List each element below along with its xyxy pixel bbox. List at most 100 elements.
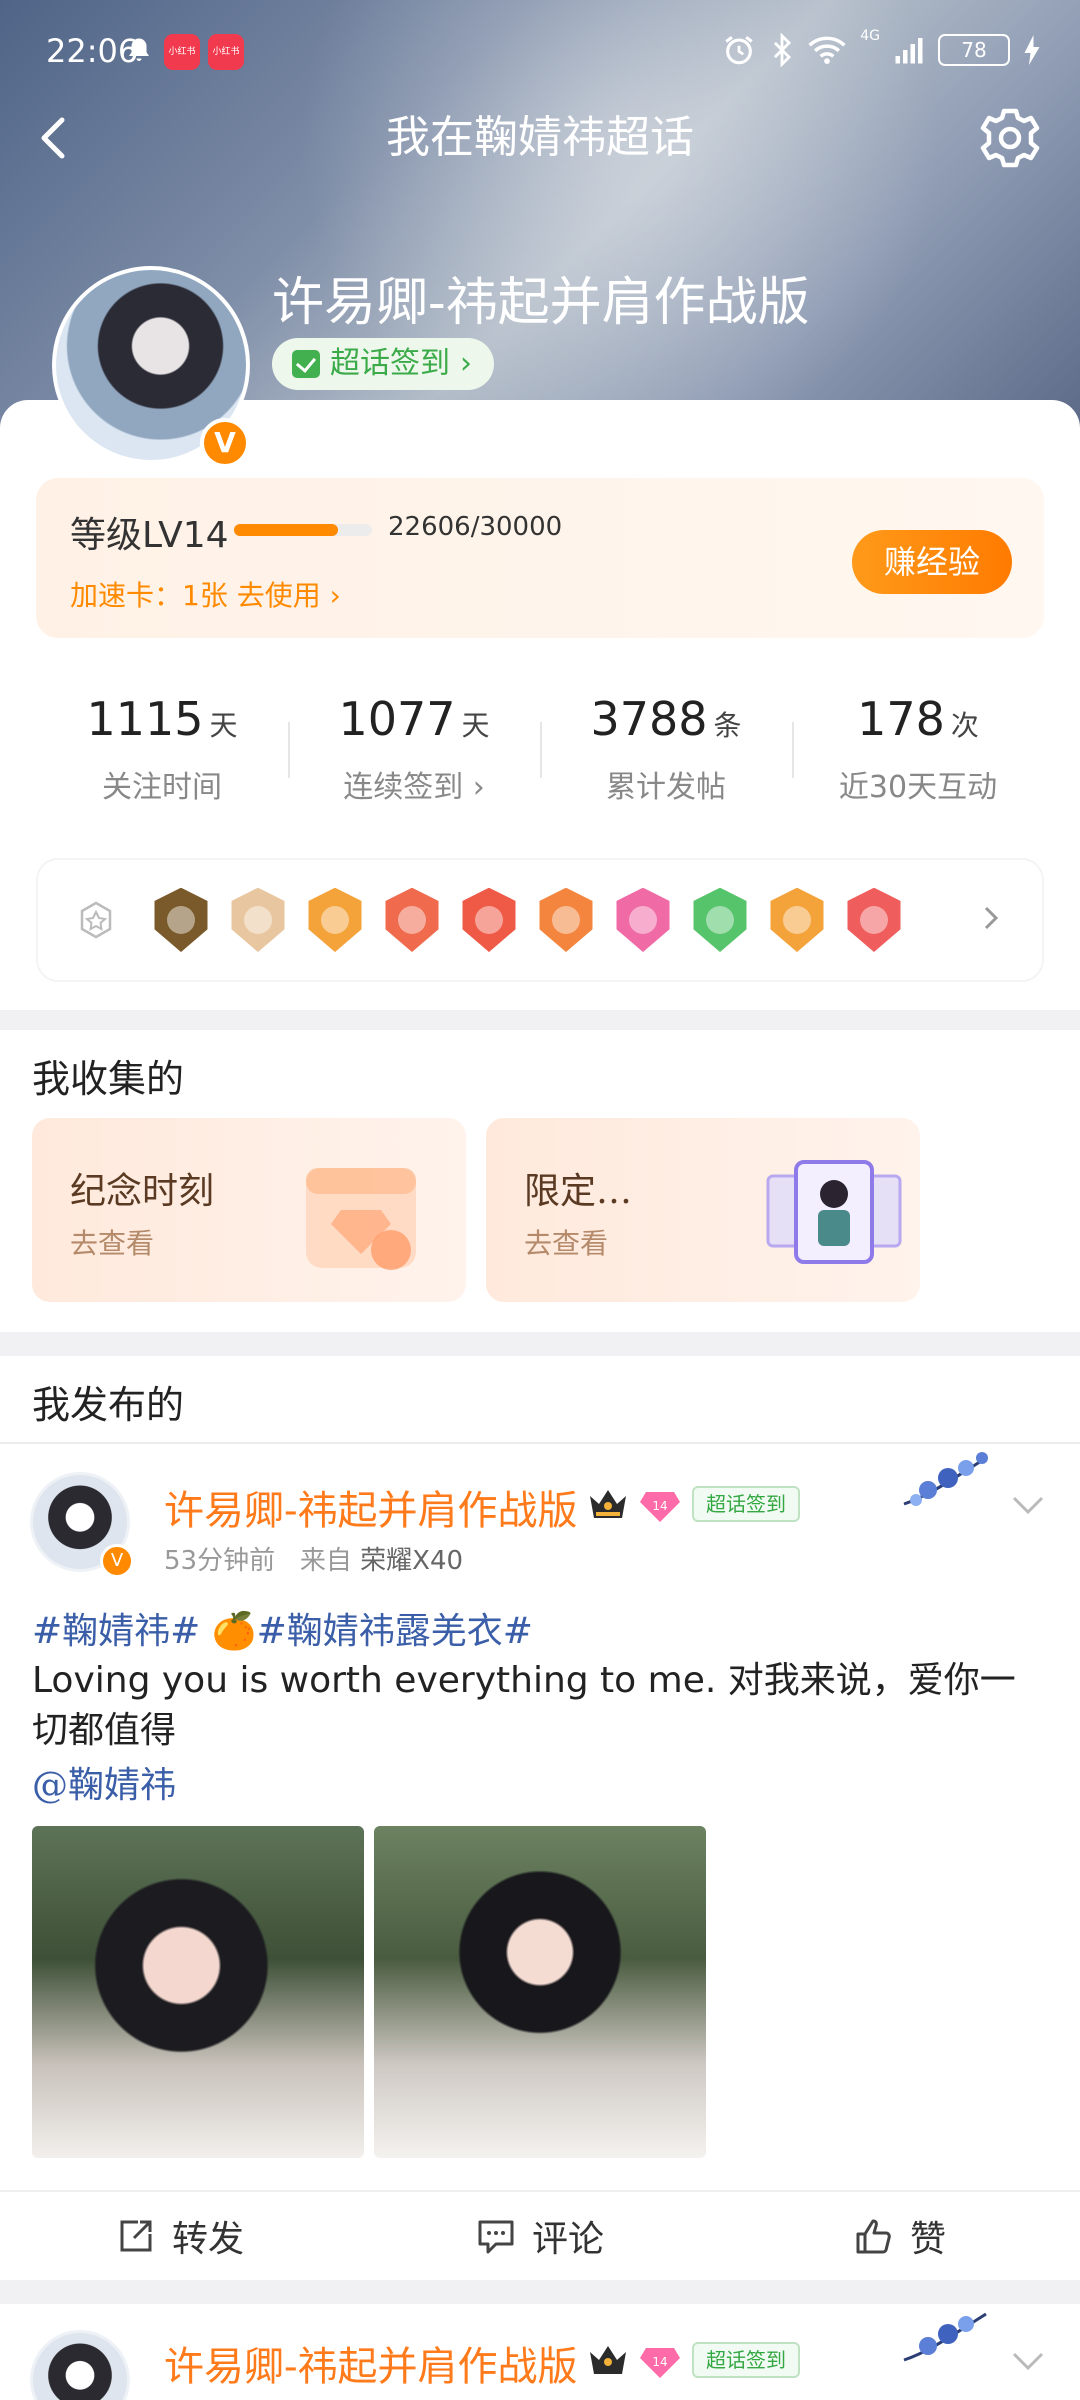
post-hashtags[interactable]: #鞠婧祎# 🍊#鞠婧祎露羌衣#	[32, 1602, 533, 1654]
username: 许易卿-祎起并肩作战版	[272, 273, 810, 333]
fan-badge-icon	[690, 884, 750, 956]
vip-level: 14	[652, 1499, 667, 1513]
speed-card-link[interactable]: 加速卡：1张 去使用 ›	[70, 574, 341, 614]
stat-checkin-streak[interactable]: 1077 天 连续签到 ›	[288, 660, 540, 830]
fan-badge-icon	[844, 884, 904, 956]
post-device: 荣耀X40	[360, 1546, 464, 1576]
collection-card-sub: 去查看	[70, 1227, 155, 1260]
checkin-tag: 超话签到	[692, 1486, 800, 1522]
checkin-tag-label: 超话签到	[706, 1492, 786, 1516]
like-label: 赞	[909, 2219, 946, 2260]
status-icons: 4G 78	[722, 28, 1040, 70]
repost-label: 转发	[171, 2219, 244, 2260]
post-author-avatar[interactable]	[30, 2330, 130, 2400]
chevron-down-icon[interactable]	[1008, 2346, 1048, 2376]
stat-value: 3788	[590, 692, 708, 746]
stat-label: 累计发帖	[606, 770, 726, 805]
section-divider	[0, 1332, 1080, 1356]
stat-label: 关注时间	[102, 770, 222, 805]
checkin-button[interactable]: 超话签到 ›	[272, 338, 494, 390]
collection-card-title: 限定…	[524, 1171, 633, 1212]
level-label: 等级LV14	[70, 515, 229, 556]
verified-badge-icon: V	[200, 418, 250, 468]
chevron-right-icon[interactable]	[976, 898, 1006, 938]
stat-total-posts: 3788 条 累计发帖	[540, 660, 792, 830]
post-text: Loving you is worth everything to me. 对我…	[32, 1660, 1016, 1751]
post-author-name[interactable]: 许易卿-祎起并肩作战版	[164, 1478, 578, 1536]
vip-diamond-icon: 14	[640, 2348, 680, 2378]
bluetooth-icon	[774, 33, 792, 67]
chevron-right-icon: ›	[460, 346, 472, 381]
level-progress-bar	[234, 524, 372, 536]
stat-unit: 条	[713, 709, 742, 742]
stat-value: 178	[857, 692, 945, 746]
fan-badge-icon	[767, 884, 827, 956]
like-button[interactable]: 赞	[720, 2192, 1080, 2280]
verified-badge-icon: V	[100, 1544, 134, 1578]
post-preview: 许易卿-祎起并肩作战版 14 超话签到	[0, 2300, 1080, 2400]
app-badge-icon: 小红书	[208, 34, 244, 70]
post-author-name[interactable]: 许易卿-祎起并肩作战版	[164, 2334, 578, 2392]
stat-follow-days: 1115 天 关注时间	[36, 660, 288, 830]
avatar-container[interactable]: V	[52, 266, 250, 468]
network-type: 4G	[860, 28, 880, 44]
level-progress-text: 22606/30000	[388, 512, 563, 542]
comment-button[interactable]: 评论	[360, 2192, 720, 2280]
calendar-diamond-icon	[306, 1168, 416, 1270]
chevron-down-icon[interactable]	[1008, 1490, 1048, 1520]
fan-badge-icon	[151, 884, 211, 956]
app-badge-icon: 小红书	[164, 34, 200, 70]
fan-badge-icon	[382, 884, 442, 956]
stat-unit: 天	[461, 709, 490, 742]
stat-value: 1077	[338, 692, 456, 746]
stat-interactions: 178 次 近30天互动	[792, 660, 1044, 830]
notification-bell-icon	[129, 38, 149, 61]
flower-decoration-icon	[903, 2312, 987, 2362]
collection-card-moments[interactable]: 纪念时刻 去查看	[32, 1118, 466, 1302]
fan-badge-icon	[305, 884, 365, 956]
collection-card-sub: 去查看	[524, 1227, 609, 1260]
checkin-tag-label: 超话签到	[706, 2348, 786, 2372]
fan-badge-icon	[228, 884, 288, 956]
settings-gear-icon[interactable]	[976, 104, 1044, 172]
collection-title: 我收集的	[32, 1057, 185, 1101]
share-icon	[120, 2220, 152, 2252]
battery-level: 78	[938, 34, 1010, 66]
speed-card-text: 加速卡：1张 去使用	[70, 579, 321, 612]
post-meta: 53分钟前 来自 荣耀X40	[164, 1540, 463, 1577]
wifi-icon	[808, 36, 846, 64]
fan-badge-icon	[459, 884, 519, 956]
charging-icon	[1024, 35, 1040, 65]
checkin-label: 超话签到	[330, 346, 450, 381]
posts-section-title: 我发布的	[32, 1383, 185, 1427]
vip-level: 14	[652, 2355, 667, 2369]
collection-card-title: 纪念时刻	[70, 1171, 215, 1212]
limited-cards-icon	[766, 1160, 902, 1264]
post-time: 53分钟前	[164, 1546, 276, 1576]
alarm-icon	[725, 36, 753, 65]
medal-icon	[80, 901, 112, 939]
earn-exp-button[interactable]: 赚经验	[852, 530, 1012, 594]
divider-line	[0, 1442, 1080, 1444]
level-card: 等级LV14 22606/30000 加速卡：1张 去使用 › 赚经验	[36, 478, 1044, 638]
stat-label: 近30天互动	[838, 770, 998, 805]
fan-badge-icon	[613, 884, 673, 956]
post-image[interactable]	[374, 1826, 706, 2158]
stat-unit: 次	[950, 709, 979, 742]
flower-decoration-icon	[903, 1452, 988, 1506]
post-source-prefix: 来自	[299, 1546, 352, 1576]
post-mention[interactable]: @鞠婧祎	[32, 1756, 176, 1808]
page: 22:06 小红书 小红书 4G 78 我在鞠婧祎超话 许易卿-祎起并肩作战版 …	[0, 0, 1080, 2400]
stat-unit: 天	[209, 709, 238, 742]
post-image[interactable]	[32, 1826, 364, 2158]
signal-icon	[895, 38, 923, 64]
comment-label: 评论	[531, 2219, 604, 2260]
status-bar: 22:06 小红书 小红书 4G 78	[0, 0, 1080, 100]
crown-icon	[590, 1490, 626, 1518]
level-progress-fill	[234, 524, 338, 536]
badges-row[interactable]	[36, 858, 1044, 982]
comment-icon	[478, 2220, 514, 2254]
repost-button[interactable]: 转发	[0, 2192, 360, 2280]
crown-icon	[590, 2346, 626, 2374]
collection-card-limited[interactable]: 限定… 去查看	[486, 1118, 920, 1302]
